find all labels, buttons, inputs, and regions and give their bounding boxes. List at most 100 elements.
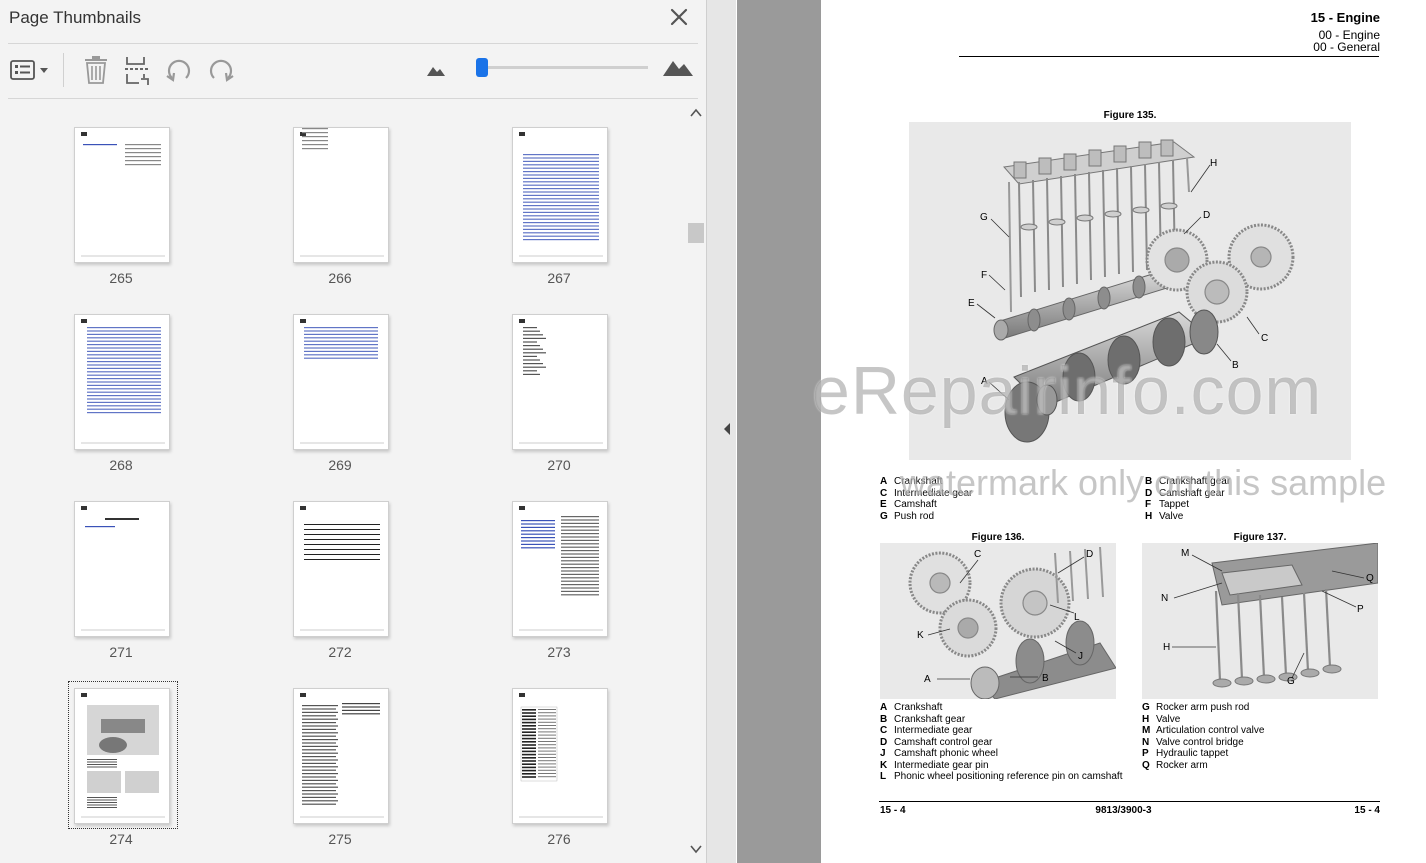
fig136-callout-c: C [974,549,981,560]
thumbnail-page-preview[interactable] [293,688,389,824]
legend-text: Intermediate gear [894,725,973,736]
legend-key: P [1142,748,1149,759]
scroll-down-arrow-icon[interactable] [690,844,702,854]
legend-text: Articulation control valve [1156,725,1265,736]
thumbnail-page-number: 274 [109,831,133,847]
legend-key: C [880,487,888,499]
legend-key: E [880,499,887,510]
thumbnail-options-button[interactable] [8,54,54,86]
figure-137-image: M N H Q P G [1142,543,1378,699]
thumbnail-page-preview[interactable] [512,127,608,263]
collapse-panel-arrow-icon[interactable] [722,422,732,436]
legend-text: Camshaft phonic wheel [894,748,998,759]
thumbnail-page-preview[interactable] [74,314,170,450]
scroll-up-arrow-icon[interactable] [690,108,702,118]
legend-key: K [880,759,888,771]
thumbnail-scrollbar[interactable] [686,100,706,863]
legend-row: N Valve control bridge [1142,737,1382,749]
thumbnail-size-slider-thumb[interactable] [476,58,489,77]
subsection-title: 00 - General [1313,40,1380,54]
zoom-in-button[interactable] [662,56,694,78]
thumbnail-item[interactable]: 269 [240,287,440,473]
thumbnail-page-number: 268 [109,457,133,473]
rotate-clockwise-button[interactable] [206,54,236,86]
thumbnail-item[interactable]: 271 [21,474,221,660]
thumbnail-page-preview[interactable] [512,501,608,637]
thumbnail-item[interactable]: 265 [21,100,221,286]
thumbnail-page-number: 275 [328,831,352,847]
legend-row: G Rocker arm push rod [1142,702,1382,714]
legend-text: Camshaft control gear [894,736,993,748]
fig137-callout-g: G [1287,676,1295,687]
thumbnail-item[interactable]: 276 [459,661,659,847]
legend-key: N [1142,736,1150,748]
toolbar-separator [63,53,64,87]
thumbnail-item[interactable]: 266 [240,100,440,286]
fig135-callout-c: C [1261,333,1268,344]
thumbnail-item[interactable]: 275 [240,661,440,847]
legend-key: C [880,725,888,736]
fig137-callout-n: N [1161,593,1168,604]
watermark-site: eRepairinfo.com [812,353,1323,429]
rotate-counterclockwise-button[interactable] [164,54,194,86]
thumbnail-page-preview[interactable] [293,127,389,263]
legend-text: Intermediate gear pin [894,759,989,771]
legend-row: J Camshaft phonic wheel [880,748,1130,760]
legend-text: Rocker arm [1156,759,1208,771]
thumbnail-item[interactable]: 273 [459,474,659,660]
large-mountain-icon [663,61,693,76]
fig135-callout-d: D [1203,210,1210,221]
trash-icon [85,56,107,84]
thumbnail-page-number: 272 [328,644,352,660]
chapter-title: 15 - Engine [1310,10,1380,25]
legend-key: M [1142,725,1151,736]
thumbnail-item[interactable]: 268 [21,287,221,473]
thumbnail-page-number: 270 [547,457,571,473]
fig137-callout-m: M [1181,548,1189,559]
legend-row: Q Rocker arm [1142,760,1382,772]
valve-train-drawing: M N H Q P G [1161,543,1378,688]
delete-pages-button[interactable] [82,54,110,86]
thumbnail-page-number: 271 [109,644,133,660]
legend-text: Crankshaft [894,702,943,713]
fig135-callout-f: F [981,270,987,281]
fig136-callout-a: A [924,674,931,685]
header-rule [959,56,1379,57]
zoom-out-button[interactable] [426,62,446,78]
panel-splitter[interactable] [706,0,736,863]
legend-text: Valve [1159,510,1184,522]
legend-text: Valve control bridge [1156,736,1244,748]
figure-136-legend: A Crankshaft B Crankshaft gear C Intermediate… [880,702,1130,783]
thumbnail-item[interactable]: 270 [459,287,659,473]
fig137-callout-h: H [1163,642,1170,653]
thumbnail-page-preview[interactable] [512,314,608,450]
legend-key: Q [1142,759,1150,771]
legend-text: Crankshaft gear [894,713,966,725]
thumbnail-page-preview[interactable] [293,314,389,450]
scrollbar-thumb[interactable] [688,223,704,243]
header-divider [8,43,698,44]
legend-row: C Intermediate gear [880,725,1130,737]
thumbnail-item[interactable]: 267 [459,100,659,286]
insert-pages-button[interactable] [122,54,152,86]
fig136-callout-l: L [1074,612,1080,623]
thumbnail-page-preview[interactable] [293,501,389,637]
figure-137-caption: Figure 137. [1233,532,1287,543]
close-panel-button[interactable] [666,4,692,30]
thumbnail-size-slider-track[interactable] [476,66,648,69]
legend-row: L Phonic wheel positioning reference pin … [880,771,1130,783]
footer-document-number: 9813/3900-3 [1095,805,1152,816]
thumbnail-page-preview[interactable] [74,501,170,637]
thumbnail-item[interactable]: 272 [240,474,440,660]
legend-row: P Hydraulic tappet [1142,748,1382,760]
thumbnail-page-preview[interactable] [512,688,608,824]
thumbnail-page-number: 269 [328,457,352,473]
thumbnail-page-preview[interactable] [74,127,170,263]
watermark-notice: watermark only on this sample [900,462,1387,503]
figure-136-image: C D K L J A B [880,543,1116,699]
figure-136-caption: Figure 136. [971,532,1025,543]
fig135-callout-e: E [968,298,975,309]
fig136-callout-k: K [917,630,924,641]
legend-row: K Intermediate gear pin [880,760,1130,772]
thumbnail-grid: 265 266 267 268 269 270 271 272 273 274 275 276 [0,100,686,863]
